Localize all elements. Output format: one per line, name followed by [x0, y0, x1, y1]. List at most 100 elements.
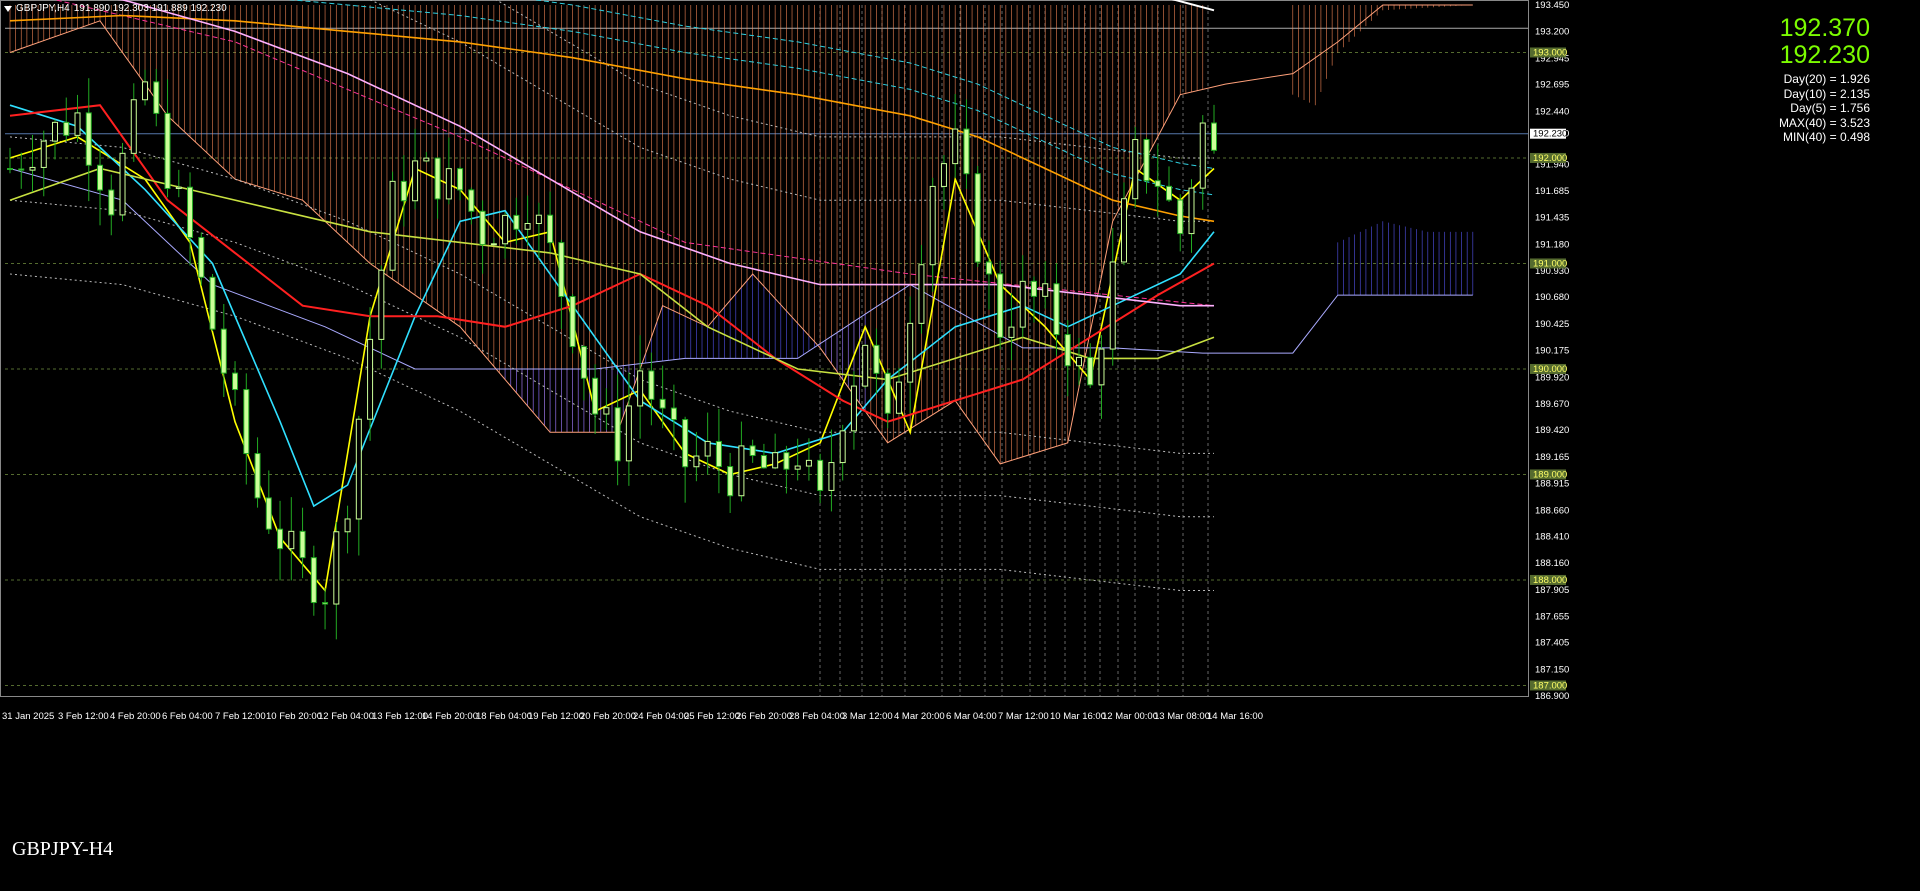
candle-body: [940, 163, 947, 187]
candle-body: [997, 273, 1004, 338]
candle-body: [423, 157, 430, 162]
candle-body: [18, 168, 25, 171]
time-tick-label: 10 Feb 20:00: [266, 711, 322, 722]
time-tick-label: 18 Feb 04:00: [476, 711, 532, 722]
candle-body: [1053, 283, 1060, 336]
price-tick-label: 190.175: [1535, 346, 1569, 357]
candle-body: [749, 445, 756, 457]
time-tick-label: 28 Feb 04:00: [789, 711, 845, 722]
candle-body: [929, 185, 936, 266]
candle-body: [322, 602, 329, 605]
candle-body: [783, 452, 790, 470]
candle-body: [412, 160, 419, 202]
time-tick-label: 3 Feb 12:00: [58, 711, 109, 722]
price-tick-label: 187.405: [1535, 638, 1569, 649]
candle-body: [164, 112, 171, 189]
candle-body: [817, 459, 824, 491]
time-tick-label: 13 Feb 12:00: [372, 711, 428, 722]
candle-body: [389, 180, 396, 271]
candle-body: [130, 99, 137, 154]
price-display: 192.370 192.230: [1780, 15, 1870, 69]
candle-body: [198, 236, 205, 278]
time-tick-label: 6 Mar 04:00: [946, 711, 997, 722]
time-tick-label: 19 Feb 12:00: [528, 711, 584, 722]
candle-body: [592, 377, 599, 415]
candle-body: [97, 164, 104, 191]
time-tick-label: 7 Mar 12:00: [998, 711, 1049, 722]
time-tick-label: 31 Jan 2025: [2, 711, 54, 722]
candle-body: [490, 243, 497, 246]
candle-body: [29, 166, 36, 171]
round-level-label: 191.000: [1533, 258, 1567, 269]
candle-body: [1030, 280, 1037, 297]
price-tick-label: 190.425: [1535, 319, 1569, 330]
candle-body: [727, 466, 734, 497]
time-tick-label: 4 Mar 20:00: [894, 711, 945, 722]
candle-body: [142, 81, 149, 101]
candle-body: [445, 168, 452, 200]
candle-body: [1177, 199, 1184, 235]
candle-body: [772, 452, 779, 469]
chart-header: GBPJPY,H4 191.890 192.303 191.889 192.23…: [4, 3, 227, 14]
candle-body: [918, 264, 925, 324]
time-tick-label: 7 Feb 12:00: [215, 711, 266, 722]
round-level-label: 189.000: [1533, 469, 1567, 480]
candle-body: [355, 418, 362, 520]
candle-body: [7, 168, 13, 171]
stat-day10: Day(10) = 2.135: [1783, 86, 1870, 101]
candle-body: [220, 328, 227, 374]
round-level-label: 193.000: [1533, 47, 1567, 58]
candle-body: [1132, 139, 1139, 200]
time-tick-label: 12 Mar 00:00: [1102, 711, 1158, 722]
candle-body: [1199, 122, 1206, 189]
candle-body: [794, 465, 801, 470]
candle-body: [299, 530, 306, 559]
candle-body: [873, 344, 880, 374]
bid-price: 192.370: [1779, 14, 1870, 42]
candle-body: [209, 276, 216, 330]
candle-body: [535, 214, 542, 225]
candle-body: [1019, 280, 1026, 328]
price-tick-label: 193.450: [1535, 0, 1569, 11]
candle-body: [40, 140, 47, 168]
candle-body: [310, 557, 317, 604]
candle-body: [153, 81, 160, 114]
candle-body: [378, 269, 385, 340]
candle-body: [614, 407, 621, 462]
candle-body: [895, 381, 902, 414]
candle-body: [479, 210, 486, 246]
time-tick-label: 14 Mar 16:00: [1207, 711, 1263, 722]
price-tick-label: 188.410: [1535, 532, 1569, 543]
price-tick-label: 187.655: [1535, 611, 1569, 622]
candle-body: [1211, 122, 1217, 151]
candle-body: [884, 372, 891, 414]
price-tick-label: 187.150: [1535, 665, 1569, 676]
time-tick-label: 3 Mar 12:00: [842, 711, 893, 722]
price-tick-label: 193.200: [1535, 26, 1569, 37]
price-tick-label: 189.670: [1535, 399, 1569, 410]
candle-body: [367, 338, 374, 420]
candle-body: [63, 121, 70, 136]
candle-body: [400, 180, 407, 202]
candle-body: [1165, 185, 1172, 201]
candle-body: [839, 430, 846, 464]
time-tick-label: 10 Mar 16:00: [1050, 711, 1106, 722]
candle-body: [637, 370, 644, 407]
candle-body: [704, 440, 711, 457]
price-tick-label: 189.420: [1535, 425, 1569, 436]
stat-day20: Day(20) = 1.926: [1783, 72, 1870, 86]
candle-body: [1143, 139, 1150, 182]
stat-day5: Day(5) = 1.756: [1790, 101, 1870, 115]
round-level-label: 187.000: [1533, 680, 1567, 691]
candle-body: [502, 214, 509, 245]
price-tick-label: 192.440: [1535, 107, 1569, 118]
candle-body: [468, 189, 475, 212]
stat-min40: MIN(40) = 0.498: [1782, 130, 1870, 144]
price-tick-label: 191.435: [1535, 213, 1569, 224]
time-axis: 31 Jan 2025 3 Feb 12:00 4 Feb 20:00 6 Feb 0…: [2, 711, 1263, 722]
price-chart[interactable]: 193.450193.200192.945192.695192.440192.2…: [0, 0, 1920, 891]
dropdown-triangle-icon[interactable]: [4, 5, 12, 12]
candle-body: [175, 186, 182, 189]
symbol-label: GBPJPY,H4: [16, 3, 70, 14]
round-level-label: 188.000: [1533, 575, 1567, 586]
